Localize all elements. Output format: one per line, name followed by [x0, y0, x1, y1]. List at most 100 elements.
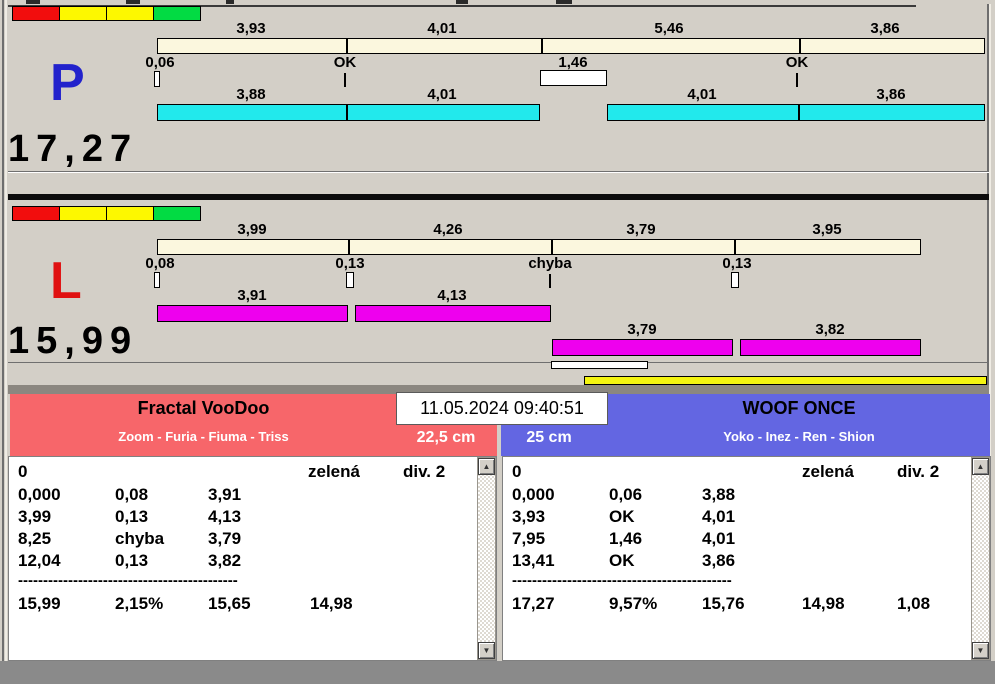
window-top-mark — [456, 0, 468, 4]
left-run-number: 0 — [18, 462, 28, 481]
traffic-light-green — [153, 206, 201, 221]
lane-l-bottom-edge — [8, 362, 989, 363]
team-left-jump-height: 22,5 cm — [416, 429, 476, 446]
table-cell: 0,000 — [18, 485, 61, 504]
lane-l-dog-time: 3,82 — [815, 321, 845, 338]
table-cell: 0,06 — [609, 485, 643, 504]
lane-l-dog-time: 3,79 — [627, 321, 657, 338]
lane-p-dog-time: 4,01 — [687, 86, 717, 103]
left-table-separator: ----------------------------------------… — [18, 572, 238, 589]
table-cell: 1,46 — [609, 529, 643, 548]
lane-p-pass-gap-box — [540, 70, 607, 86]
lane-l-traffic-lights — [12, 206, 201, 221]
team-right-dogs: Yoko - Inez - Ren - Shion — [723, 429, 875, 444]
lane-p-split-value: 3,86 — [870, 20, 900, 37]
datetime-display: 11.05.2024 09:40:51 — [396, 392, 608, 425]
window-bottom-strip — [0, 661, 995, 684]
traffic-light-yellow-1 — [59, 6, 107, 21]
lane-p-split-value: 5,46 — [654, 20, 684, 37]
mini-progress-bar — [551, 361, 648, 369]
lane-l-split-value: 3,95 — [812, 221, 842, 238]
window-left-border — [2, 0, 4, 684]
scroll-up-button[interactable]: ▲ — [972, 458, 989, 475]
right-total-best: 14,98 — [802, 594, 845, 613]
lane-l-dog-bar — [552, 339, 733, 356]
lane-l-pass-value: 0,13 — [335, 255, 365, 272]
right-division: div. 2 — [897, 462, 940, 481]
team-right-results-box — [502, 456, 991, 661]
lane-p-pass-value: OK — [333, 54, 357, 71]
split-divider — [799, 39, 801, 53]
window-left-border-highlight — [5, 0, 7, 684]
team-left-results-box — [8, 456, 497, 661]
lane-p-letter: P — [50, 54, 85, 112]
traffic-light-yellow-2 — [106, 6, 154, 21]
lane-p-pass-marker — [344, 73, 346, 87]
lane-separator — [8, 194, 989, 200]
right-table-separator: ----------------------------------------… — [512, 572, 732, 589]
scroll-down-button[interactable]: ▼ — [972, 642, 989, 659]
team-right-jump-height: 25 cm — [526, 429, 572, 446]
lane-p-traffic-lights — [12, 6, 201, 21]
lane-p-pass-marker — [154, 71, 160, 87]
lane-p-dog-time: 4,01 — [427, 86, 457, 103]
table-cell: chyba — [115, 529, 165, 548]
lane-l-pass-value: 0,13 — [722, 255, 752, 272]
lane-p-dog-time: 3,88 — [236, 86, 266, 103]
left-total-pct: 2,15% — [115, 594, 164, 613]
dog-bar-divider — [346, 105, 348, 120]
lane-l-pass-marker — [346, 272, 354, 288]
lane-l-dog-time: 4,13 — [437, 287, 467, 304]
table-cell: 4,13 — [208, 507, 242, 526]
left-total-net: 15,65 — [208, 594, 251, 613]
split-divider — [551, 240, 553, 254]
lane-p-split-value: 3,93 — [236, 20, 266, 37]
lane-l-split-value: 3,79 — [626, 221, 656, 238]
right-run-number: 0 — [512, 462, 522, 481]
team-right-name: WOOF ONCE — [742, 398, 856, 418]
scroll-down-icon: ▼ — [976, 645, 985, 655]
table-cell: 12,04 — [18, 551, 61, 570]
lane-p-total-time: 17,27 — [8, 128, 139, 170]
lane-l-pass-marker — [731, 272, 739, 288]
table-cell: OK — [609, 551, 635, 570]
scroll-up-button[interactable]: ▲ — [478, 458, 495, 475]
lane-l-split-value: 4,26 — [433, 221, 463, 238]
table-cell: 3,79 — [208, 529, 242, 548]
table-cell: 4,01 — [702, 529, 736, 548]
table-cell: 8,25 — [18, 529, 52, 548]
table-cell: 3,91 — [208, 485, 242, 504]
scroll-down-icon: ▼ — [482, 645, 491, 655]
lane-p-pass-value: OK — [785, 54, 809, 71]
table-cell: 4,01 — [702, 507, 736, 526]
lane-l-split-bar — [157, 239, 921, 255]
left-light-status: zelená — [308, 462, 360, 481]
right-total-net: 15,76 — [702, 594, 745, 613]
lane-l-pass-value: chyba — [528, 255, 572, 272]
right-table-scrollbar[interactable]: ▲ ▼ — [971, 457, 990, 660]
lane-p-split-value: 4,01 — [427, 20, 457, 37]
dog-bar-divider — [798, 105, 800, 120]
lane-l-letter: L — [50, 252, 82, 310]
timing-app-window: 3,93 4,01 5,46 3,86 0,06 OK 1,46 OK 3,88… — [0, 0, 995, 684]
lane-p-pass-value: 0,06 — [145, 54, 175, 71]
lane-l-pass-value: 0,08 — [145, 255, 175, 272]
lane-l-total-time: 15,99 — [8, 320, 139, 362]
table-cell: 7,95 — [512, 529, 546, 548]
right-total-pct: 9,57% — [609, 594, 658, 613]
table-cell: 3,99 — [18, 507, 52, 526]
left-table-scrollbar[interactable]: ▲ ▼ — [477, 457, 496, 660]
lane-l-dog-time: 3,91 — [237, 287, 267, 304]
table-cell: 13,41 — [512, 551, 555, 570]
lane-l-fault-marker — [549, 274, 551, 288]
left-total-best: 14,98 — [310, 594, 353, 613]
window-top-mark — [26, 0, 40, 4]
scroll-down-button[interactable]: ▼ — [478, 642, 495, 659]
left-division: div. 2 — [403, 462, 446, 481]
table-cell: 3,82 — [208, 551, 242, 570]
traffic-light-green — [153, 6, 201, 21]
traffic-light-red — [12, 6, 60, 21]
lane-l-dog-bar — [157, 305, 348, 322]
traffic-light-yellow-2 — [106, 206, 154, 221]
split-divider — [346, 39, 348, 53]
